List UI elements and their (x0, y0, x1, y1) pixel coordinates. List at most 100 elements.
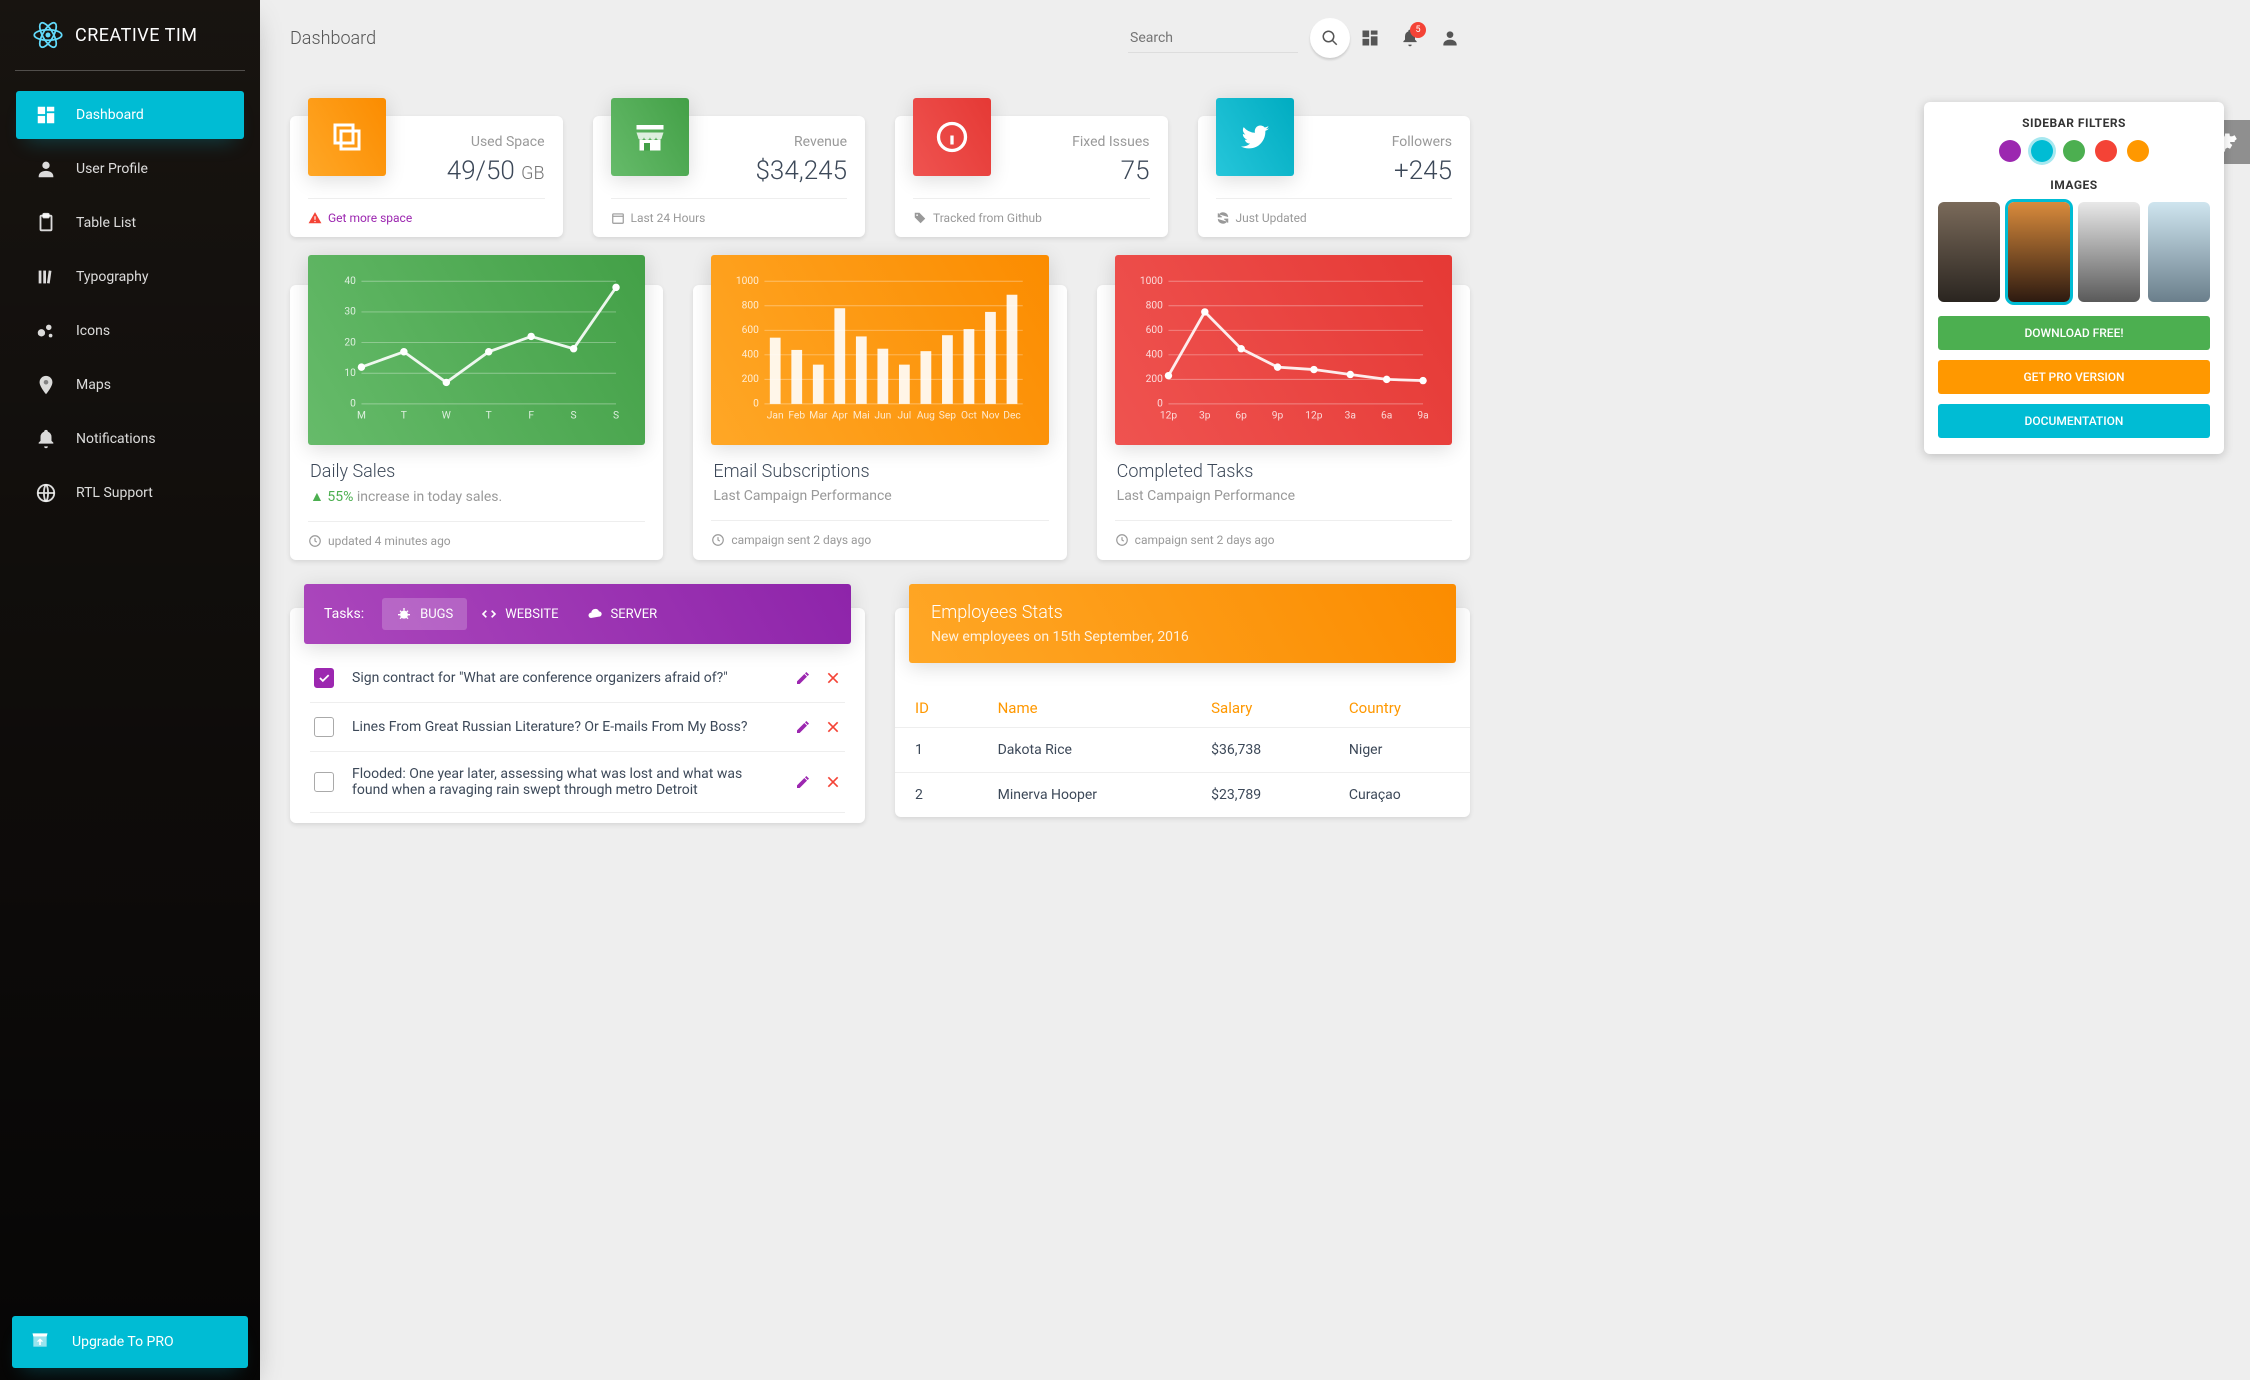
upgrade-wrap: Upgrade To PRO (0, 1304, 260, 1380)
svg-text:Mar: Mar (810, 411, 828, 422)
notifications-button[interactable]: 5 (1390, 18, 1430, 58)
svg-text:6a: 6a (1381, 411, 1392, 422)
documentation-button[interactable]: DOCUMENTATION (1938, 404, 2210, 438)
cell-name: Dakota Rice (978, 728, 1192, 773)
location-icon (34, 373, 58, 397)
svg-text:12p: 12p (1305, 411, 1322, 422)
cell-id: 2 (895, 773, 978, 818)
svg-text:3a: 3a (1344, 411, 1355, 422)
stat-card-fixed-issues: Fixed Issues 75 Tracked from Github (895, 116, 1168, 237)
search (1128, 18, 1350, 58)
get-more-space-link[interactable]: Get more space (328, 211, 412, 225)
bottom-row: Tasks: BUGS WEBSITE SERVER Sign (290, 560, 1470, 823)
charts-row: 010203040MTWTFSS Daily Sales ▲ 55% incre… (290, 237, 1470, 560)
color-swatch-cyan[interactable] (2031, 140, 2053, 162)
col-country: Country (1329, 689, 1470, 728)
tasks-body: Sign contract for "What are conference o… (290, 644, 865, 823)
bubble-chart-icon (34, 319, 58, 343)
apps-button[interactable] (1350, 18, 1390, 58)
images-title: IMAGES (1938, 178, 2210, 192)
delete-button[interactable] (825, 670, 841, 686)
svg-text:Apr: Apr (832, 411, 848, 422)
svg-text:S: S (613, 411, 619, 422)
sidebar-item-rtl[interactable]: RTL Support (16, 469, 244, 517)
delete-button[interactable] (825, 719, 841, 735)
svg-text:800: 800 (1145, 301, 1162, 312)
download-free-button[interactable]: DOWNLOAD FREE! (1938, 316, 2210, 350)
tag-icon (913, 211, 927, 225)
sidebar-item-user-profile[interactable]: User Profile (16, 145, 244, 193)
brand: CREATIVE TIM (15, 0, 245, 71)
get-pro-button[interactable]: GET PRO VERSION (1938, 360, 2210, 394)
sidebar-item-maps[interactable]: Maps (16, 361, 244, 409)
code-icon (481, 606, 497, 622)
edit-button[interactable] (795, 774, 811, 790)
edit-button[interactable] (795, 719, 811, 735)
svg-text:20: 20 (344, 337, 356, 348)
task-checkbox[interactable] (314, 772, 334, 792)
svg-text:1000: 1000 (1140, 276, 1163, 287)
tab-server[interactable]: SERVER (573, 598, 672, 630)
task-checkbox[interactable] (314, 717, 334, 737)
tab-label: SERVER (611, 607, 658, 622)
svg-text:800: 800 (742, 301, 759, 312)
clock-icon (308, 534, 322, 548)
bg-thumb-3[interactable] (2078, 202, 2140, 302)
stat-footer: Last 24 Hours (611, 198, 848, 237)
color-swatch-red[interactable] (2095, 140, 2117, 162)
svg-text:600: 600 (742, 325, 759, 336)
task-row: Lines From Great Russian Literature? Or … (310, 703, 845, 752)
tab-bugs[interactable]: BUGS (382, 598, 467, 630)
bg-thumb-1[interactable] (1938, 202, 2000, 302)
svg-text:F: F (528, 411, 534, 422)
employees-card: Employees Stats New employees on 15th Se… (895, 608, 1470, 817)
sidebar-item-label: Table List (76, 215, 136, 231)
sidebar-item-icons[interactable]: Icons (16, 307, 244, 355)
task-checkbox[interactable] (314, 668, 334, 688)
cell-id: 1 (895, 728, 978, 773)
account-button[interactable] (1430, 18, 1470, 58)
svg-text:0: 0 (1157, 399, 1163, 410)
employees-subtitle: New employees on 15th September, 2016 (931, 629, 1434, 645)
color-swatch-green[interactable] (2063, 140, 2085, 162)
search-icon (1321, 29, 1339, 47)
color-swatch-purple[interactable] (1999, 140, 2021, 162)
employees-title: Employees Stats (931, 602, 1434, 623)
search-input[interactable] (1128, 24, 1298, 53)
svg-text:400: 400 (1145, 350, 1162, 361)
tab-website[interactable]: WEBSITE (467, 598, 572, 630)
table-row: 2Minerva Hooper$23,789Curaçao (895, 773, 1470, 818)
search-button[interactable] (1310, 18, 1350, 58)
svg-text:12p: 12p (1159, 411, 1176, 422)
language-icon (34, 481, 58, 505)
color-row (1938, 140, 2210, 162)
chart-footer: campaign sent 2 days ago (1115, 520, 1452, 559)
notification-badge: 5 (1410, 22, 1426, 38)
person-icon (34, 157, 58, 181)
svg-text:Mai: Mai (853, 411, 870, 422)
svg-text:40: 40 (344, 276, 356, 287)
sidebar-item-label: Dashboard (76, 107, 144, 123)
chart-title: Daily Sales (310, 461, 643, 482)
task-actions (795, 719, 841, 735)
sidebar-item-label: Icons (76, 323, 110, 339)
image-row (1938, 202, 2210, 302)
stat-footer-text: Last 24 Hours (631, 211, 706, 225)
stat-footer: Tracked from Github (913, 198, 1150, 237)
sidebar-item-notifications[interactable]: Notifications (16, 415, 244, 463)
sidebar-item-dashboard[interactable]: Dashboard (16, 91, 244, 139)
tab-label: BUGS (420, 607, 453, 622)
sidebar-item-label: Maps (76, 377, 111, 393)
upgrade-button[interactable]: Upgrade To PRO (12, 1316, 248, 1368)
bg-thumb-2[interactable] (2008, 202, 2070, 302)
sidebar-item-typography[interactable]: Typography (16, 253, 244, 301)
tasks-header: Tasks: BUGS WEBSITE SERVER (304, 584, 851, 644)
sidebar-item-table-list[interactable]: Table List (16, 199, 244, 247)
chart-footer: updated 4 minutes ago (308, 521, 645, 560)
edit-button[interactable] (795, 670, 811, 686)
delete-button[interactable] (825, 774, 841, 790)
chart-header: 02004006008001000JanFebMarAprMaiJunJulAu… (711, 255, 1048, 445)
bg-thumb-4[interactable] (2148, 202, 2210, 302)
color-swatch-orange[interactable] (2127, 140, 2149, 162)
chart-subtitle: Last Campaign Performance (713, 488, 1046, 504)
